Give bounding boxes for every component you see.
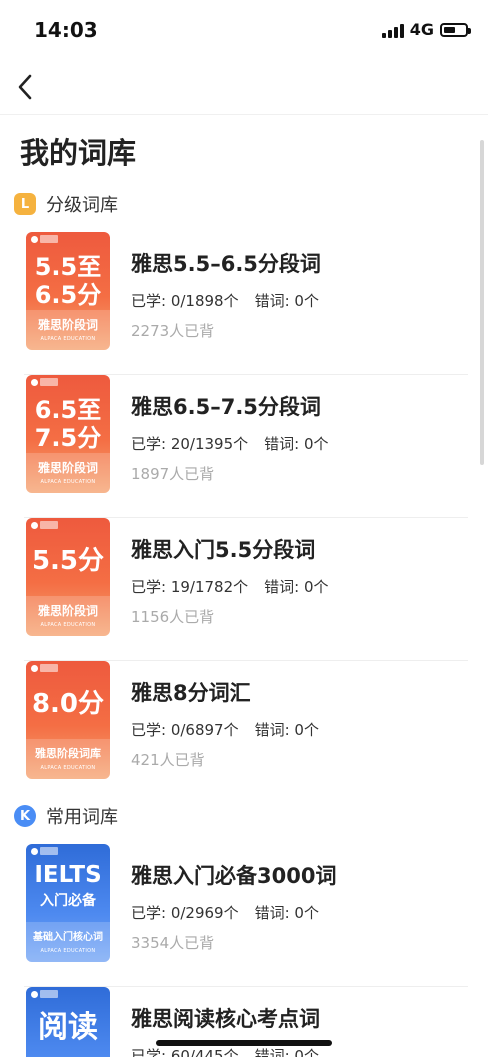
cover-brand: ALPACA EDUCATION	[40, 622, 96, 628]
learner-count: 2273人已背	[131, 322, 215, 340]
brand-logo-icon	[31, 848, 38, 855]
book-stats: 已学: 20/1395个 错词: 0个	[131, 433, 329, 454]
wrong-count: 错词: 0个	[254, 292, 319, 310]
cover-score: 6.5至 7.5分	[34, 396, 102, 452]
brand-logo-icon	[31, 665, 38, 672]
cover-title: 阅读	[38, 1010, 98, 1045]
section-label: 分级词库	[46, 195, 118, 216]
book-title: 雅思8分词汇	[131, 681, 251, 705]
list-item[interactable]: 8.0分 雅思阶段词库 ALPACA EDUCATION 雅思8分词汇 已学: …	[0, 661, 488, 804]
battery-icon	[440, 22, 471, 37]
cover-title: IELTS	[34, 862, 102, 888]
cover-score: 8.0分	[31, 689, 105, 719]
status-bar: 14:03 4G	[0, 0, 488, 60]
book-title: 雅思入门5.5分段词	[131, 538, 316, 562]
section-header-common: K 常用词库	[14, 803, 118, 829]
wrong-count: 错词: 0个	[264, 435, 329, 453]
navigation-bar	[0, 60, 488, 115]
list-item[interactable]: 6.5至 7.5分 雅思阶段词 ALPACA EDUCATION 雅思6.5–7…	[0, 375, 488, 518]
wrong-count: 错词: 0个	[254, 721, 319, 739]
learned-count: 已学: 20/1395个	[131, 435, 249, 453]
cover-subtitle-top: 入门必备	[40, 893, 96, 909]
book-title: 雅思6.5–7.5分段词	[131, 395, 321, 419]
wrong-count: 错词: 0个	[254, 904, 319, 922]
cover-brand: ALPACA EDUCATION	[40, 765, 96, 771]
network-type: 4G	[409, 20, 434, 39]
brand-logo-icon	[31, 236, 38, 243]
learned-count: 已学: 0/2969个	[131, 904, 239, 922]
cover-brand: ALPACA EDUCATION	[40, 336, 96, 342]
book-cover: 6.5至 7.5分 雅思阶段词 ALPACA EDUCATION	[26, 375, 110, 493]
cover-brand: ALPACA EDUCATION	[40, 948, 96, 954]
learner-count: 1897人已背	[131, 465, 215, 483]
brand-logo-text	[40, 664, 58, 672]
book-stats: 已学: 0/2969个 错词: 0个	[131, 902, 319, 923]
learned-count: 已学: 0/1898个	[131, 292, 239, 310]
book-cover: 阅读	[26, 987, 110, 1057]
cover-score: 5.5至 6.5分	[34, 253, 102, 309]
learned-count: 已学: 0/6897个	[131, 721, 239, 739]
cover-subtitle: 雅思阶段词库	[35, 747, 101, 760]
back-button[interactable]	[12, 70, 46, 104]
list-item[interactable]: 5.5分 雅思阶段词 ALPACA EDUCATION 雅思入门5.5分段词 已…	[0, 518, 488, 661]
brand-logo-text	[40, 521, 58, 529]
book-cover: 5.5分 雅思阶段词 ALPACA EDUCATION	[26, 518, 110, 636]
brand-logo-text	[40, 847, 58, 855]
brand-logo-icon	[31, 379, 38, 386]
brand-logo-text	[40, 378, 58, 386]
signal-icon	[381, 22, 404, 38]
list-item[interactable]: 5.5至 6.5分 雅思阶段词 ALPACA EDUCATION 雅思5.5–6…	[0, 232, 488, 375]
brand-logo-icon	[31, 991, 38, 998]
book-title: 雅思5.5–6.5分段词	[131, 252, 321, 276]
book-title: 雅思入门必备3000词	[131, 864, 337, 888]
book-stats: 已学: 60/445个 错词: 0个	[131, 1045, 319, 1057]
home-indicator[interactable]	[156, 1040, 332, 1046]
status-icons: 4G	[381, 20, 471, 39]
learned-count: 已学: 60/445个	[131, 1047, 239, 1057]
learner-count: 1156人已背	[131, 608, 215, 626]
wrong-count: 错词: 0个	[264, 578, 329, 596]
graded-library-icon: L	[14, 193, 36, 215]
cover-subtitle: 雅思阶段词	[37, 318, 98, 332]
cover-subtitle: 雅思阶段词	[37, 604, 98, 618]
learned-count: 已学: 19/1782个	[131, 578, 249, 596]
book-stats: 已学: 19/1782个 错词: 0个	[131, 576, 329, 597]
chevron-left-icon	[18, 74, 32, 100]
wrong-count: 错词: 0个	[254, 1047, 319, 1057]
brand-logo-icon	[31, 522, 38, 529]
section-header-graded: L 分级词库	[14, 191, 118, 217]
brand-logo-text	[40, 990, 58, 998]
common-library-icon: K	[14, 805, 36, 827]
book-title: 雅思阅读核心考点词	[131, 1007, 320, 1031]
cover-subtitle: 基础入门核心词	[33, 932, 103, 943]
book-cover: 5.5至 6.5分 雅思阶段词 ALPACA EDUCATION	[26, 232, 110, 350]
brand-logo-text	[40, 235, 58, 243]
list-item[interactable]: 阅读 雅思阅读核心考点词 已学: 60/445个 错词: 0个	[0, 987, 488, 1057]
book-cover: IELTS 入门必备 基础入门核心词 ALPACA EDUCATION	[26, 844, 110, 962]
cover-subtitle: 雅思阶段词	[37, 461, 98, 475]
book-stats: 已学: 0/1898个 错词: 0个	[131, 290, 319, 311]
list-item[interactable]: IELTS 入门必备 基础入门核心词 ALPACA EDUCATION 雅思入门…	[0, 844, 488, 987]
learner-count: 421人已背	[131, 751, 205, 769]
page-title: 我的词库	[20, 136, 137, 170]
status-time: 14:03	[34, 18, 98, 42]
book-stats: 已学: 0/6897个 错词: 0个	[131, 719, 319, 740]
cover-brand: ALPACA EDUCATION	[40, 479, 96, 485]
cover-score: 5.5分	[31, 546, 105, 576]
book-cover: 8.0分 雅思阶段词库 ALPACA EDUCATION	[26, 661, 110, 779]
section-label: 常用词库	[46, 807, 118, 828]
learner-count: 3354人已背	[131, 934, 215, 952]
